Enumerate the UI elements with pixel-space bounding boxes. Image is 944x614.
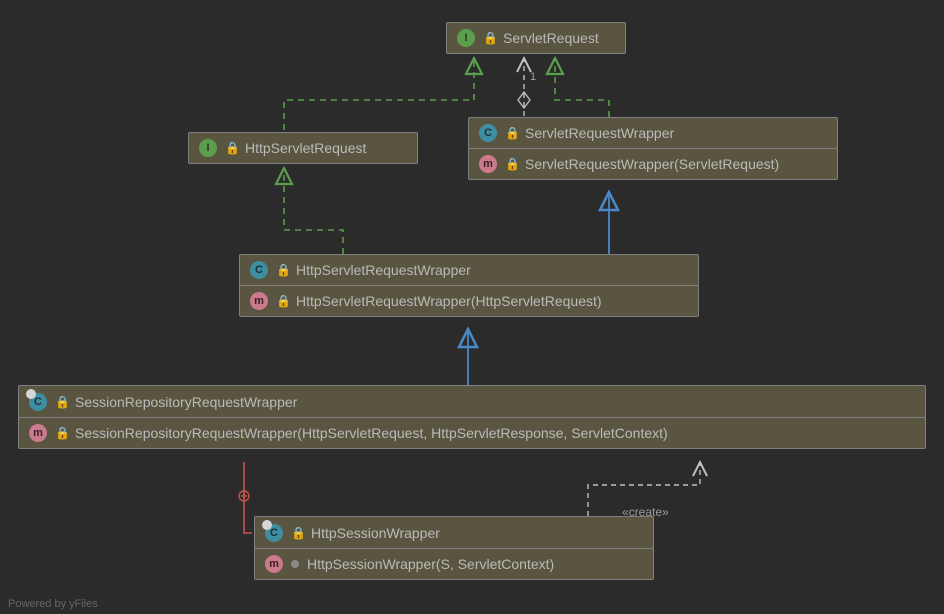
method-icon: m [29, 424, 47, 442]
node-servlet-request-wrapper[interactable]: C 🔒 ServletRequestWrapper m 🔒 ServletReq… [468, 117, 838, 180]
class-title: HttpSessionWrapper [311, 525, 440, 541]
lock-icon: 🔒 [483, 31, 495, 45]
class-title: ServletRequest [503, 30, 599, 46]
class-title: ServletRequestWrapper [525, 125, 674, 141]
lock-open-icon: 🔒 [291, 526, 303, 540]
lock-icon: 🔒 [276, 294, 288, 308]
interface-icon: I [457, 29, 475, 47]
class-icon: C [250, 261, 268, 279]
lock-icon: 🔒 [225, 141, 237, 155]
node-http-servlet-request-wrapper[interactable]: C 🔒 HttpServletRequestWrapper m 🔒 HttpSe… [239, 254, 699, 317]
interface-icon: I [199, 139, 217, 157]
class-title: HttpServletRequest [245, 140, 366, 156]
node-servlet-request[interactable]: I 🔒 ServletRequest [446, 22, 626, 54]
svg-text:1: 1 [530, 71, 536, 83]
class-title: SessionRepositoryRequestWrapper [75, 394, 297, 410]
lock-icon: 🔒 [505, 157, 517, 171]
lock-icon: 🔒 [505, 126, 517, 140]
node-session-repository-request-wrapper[interactable]: C 🔒 SessionRepositoryRequestWrapper m 🔒 … [18, 385, 926, 449]
class-icon: C [265, 524, 283, 542]
lock-open-icon: 🔒 [55, 395, 67, 409]
method-icon: m [250, 292, 268, 310]
class-icon: C [29, 393, 47, 411]
footer-credit: Powered by yFiles [8, 598, 98, 610]
node-http-session-wrapper[interactable]: C 🔒 HttpSessionWrapper m HttpSessionWrap… [254, 516, 654, 580]
package-visibility-icon [291, 560, 299, 568]
constructor: ServletRequestWrapper(ServletRequest) [525, 156, 779, 172]
lock-open-icon: 🔒 [55, 426, 67, 440]
method-icon: m [479, 155, 497, 173]
class-icon: C [479, 124, 497, 142]
class-title: HttpServletRequestWrapper [296, 262, 471, 278]
lock-icon: 🔒 [276, 263, 288, 277]
method-icon: m [265, 555, 283, 573]
constructor: HttpServletRequestWrapper(HttpServletReq… [296, 293, 602, 309]
constructor: SessionRepositoryRequestWrapper(HttpServ… [75, 425, 668, 441]
constructor: HttpSessionWrapper(S, ServletContext) [307, 556, 554, 572]
node-http-servlet-request[interactable]: I 🔒 HttpServletRequest [188, 132, 418, 164]
